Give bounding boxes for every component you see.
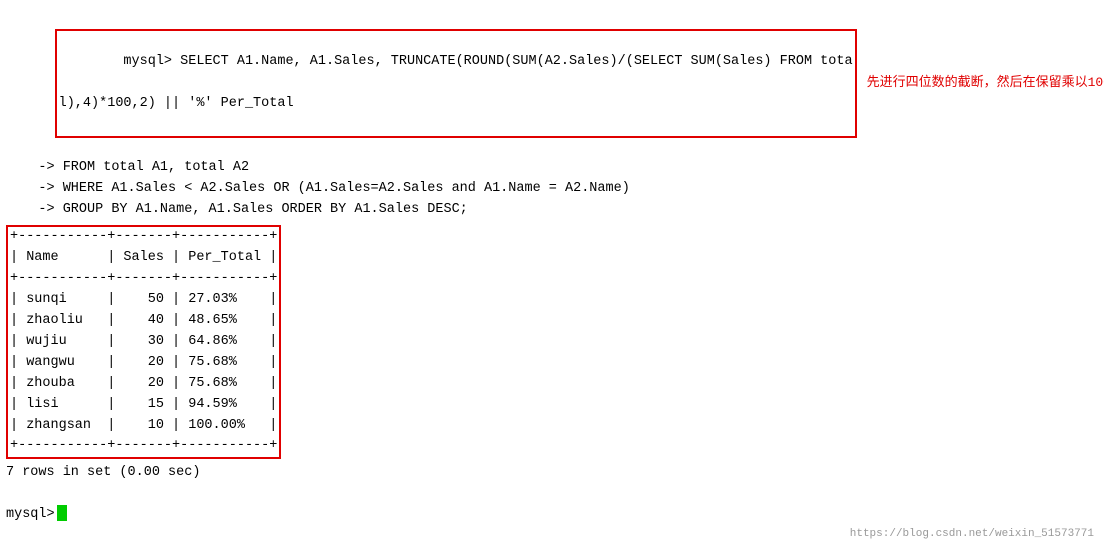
sql-block: mysql> SELECT A1.Name, A1.Sales, TRUNCAT… <box>6 8 857 158</box>
table-row-1: | sunqi | 50 | 27.03% | <box>10 290 277 311</box>
from-text: -> FROM total A1, total A2 <box>6 158 249 179</box>
footer-prompt-text: mysql> <box>6 505 55 526</box>
table-row-6: | lisi | 15 | 94.59% | <box>10 395 277 416</box>
prompt-mysql: mysql> SELECT A1.Name, A1.Sales, TRUNCAT… <box>55 29 857 138</box>
cursor <box>57 505 67 521</box>
table-divider-bot: +-----------+-------+-----------+ <box>10 436 277 457</box>
table-row-3: | wujiu | 30 | 64.86% | <box>10 332 277 353</box>
table-header: | Name | Sales | Per_Total | <box>10 248 277 269</box>
sql-line2: l),4)*100,2) || '%' Per_Total <box>59 96 294 111</box>
row-count-text: 7 rows in set (0.00 sec) <box>6 463 200 484</box>
table-row-5: | zhouba | 20 | 75.68% | <box>10 374 277 395</box>
from-line: -> FROM total A1, total A2 <box>6 158 1098 179</box>
table-row-4: | wangwu | 20 | 75.68% | <box>10 353 277 374</box>
group-text: -> GROUP BY A1.Name, A1.Sales ORDER BY A… <box>6 200 468 221</box>
table-divider-mid: +-----------+-------+-----------+ <box>10 269 277 290</box>
prompt-text: mysql> <box>123 54 172 69</box>
space <box>172 54 180 69</box>
annotation: 先进行四位数的截断，然后在保留乘以100，保留两位小数点，把% 连接上 <box>867 73 1104 93</box>
footer-prompt-line: mysql> <box>6 505 1098 526</box>
table-row-2: | zhaoliu | 40 | 48.65% | <box>10 311 277 332</box>
where-line: -> WHERE A1.Sales < A2.Sales OR (A1.Sale… <box>6 179 1098 200</box>
row-count-line: 7 rows in set (0.00 sec) <box>6 463 1098 484</box>
where-text: -> WHERE A1.Sales < A2.Sales OR (A1.Sale… <box>6 179 630 200</box>
sql-line1: SELECT A1.Name, A1.Sales, TRUNCATE(ROUND… <box>180 54 852 69</box>
table-divider-top: +-----------+-------+-----------+ <box>10 227 277 248</box>
group-line: -> GROUP BY A1.Name, A1.Sales ORDER BY A… <box>6 200 1098 221</box>
footer-url: https://blog.csdn.net/weixin_51573771 <box>850 526 1094 543</box>
result-table: +-----------+-------+-----------+ | Name… <box>6 225 281 459</box>
terminal-window: mysql> SELECT A1.Name, A1.Sales, TRUNCAT… <box>0 0 1104 551</box>
table-row-7: | zhangsan | 10 | 100.00% | <box>10 416 277 437</box>
empty-line <box>6 484 1098 505</box>
